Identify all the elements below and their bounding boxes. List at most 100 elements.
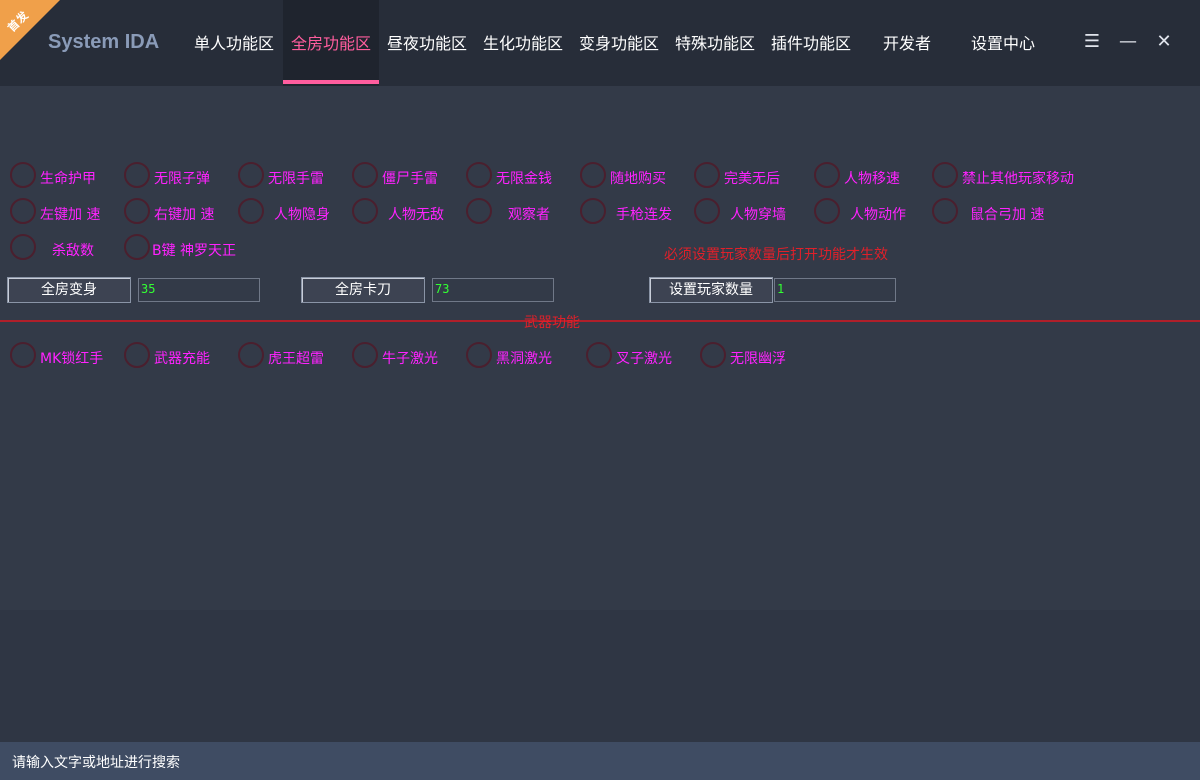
set-player-count-button[interactable]: 设置玩家数量 [649,277,773,303]
option-label: 牛子激光 [382,351,438,367]
checkbox-ring[interactable] [586,342,612,368]
option-label: 人物隐身 [274,207,330,223]
option-tiger-thunder[interactable]: 虎王超雷 [238,342,348,372]
checkbox-ring[interactable] [352,198,378,224]
tab-developer[interactable]: 开发者 [872,0,942,86]
option-infinite-grenade[interactable]: 无限手雷 [238,162,348,192]
checkbox-ring[interactable] [580,162,606,188]
option-freeze-others[interactable]: 禁止其他玩家移动 [932,162,1092,192]
search-hint[interactable]: 请输入文字或地址进行搜索 [12,752,180,772]
checkbox-ring[interactable] [10,234,36,260]
checkbox-ring[interactable] [352,162,378,188]
option-label: 无限幽浮 [730,351,786,367]
option-blackhole-laser[interactable]: 黑洞激光 [466,342,576,372]
option-observer[interactable]: 观察者 [466,198,576,228]
option-bow-speed[interactable]: 鼠合弓加 速 [932,198,1072,228]
checkbox-ring[interactable] [932,162,958,188]
option-label: 黑洞激光 [496,351,552,367]
option-kill-count[interactable]: 杀敌数 [10,234,120,264]
option-character-action[interactable]: 人物动作 [814,198,924,228]
option-label: 杀敌数 [52,243,94,259]
transform-all-button[interactable]: 全房变身 [7,277,131,303]
option-right-click-speed[interactable]: 右键加 速 [124,198,234,228]
tab-room[interactable]: 全房功能区 [283,0,379,86]
checkbox-ring[interactable] [10,198,36,224]
close-icon[interactable]: ✕ [1152,30,1176,54]
checkbox-ring[interactable] [466,198,492,224]
checkbox-ring[interactable] [352,342,378,368]
option-label: 人物动作 [850,207,906,223]
option-infinite-money[interactable]: 无限金钱 [466,162,576,192]
knife-all-input[interactable]: 73 [432,278,554,302]
option-label: 无限手雷 [268,171,324,187]
option-move-speed[interactable]: 人物移速 [814,162,924,192]
checkbox-ring[interactable] [932,198,958,224]
tab-settings[interactable]: 设置中心 [962,0,1044,86]
checkbox-ring[interactable] [814,198,840,224]
option-label: 人物无敌 [388,207,444,223]
option-no-recoil[interactable]: 完美无后 [694,162,804,192]
option-infinite-ammo[interactable]: 无限子弹 [124,162,234,192]
checkbox-ring[interactable] [124,198,150,224]
option-label: 完美无后 [724,171,780,187]
option-label: 随地购买 [610,171,666,187]
option-label: 禁止其他玩家移动 [962,171,1074,187]
checkbox-ring[interactable] [124,342,150,368]
active-tab-indicator [283,80,379,84]
tab-transform[interactable]: 变身功能区 [572,0,666,86]
minimize-icon[interactable]: — [1116,30,1140,54]
tab-biochem[interactable]: 生化功能区 [476,0,570,86]
section-divider [0,320,1200,322]
option-zombie-grenade[interactable]: 僵尸手雷 [352,162,462,192]
option-pistol-burst[interactable]: 手枪连发 [580,198,690,228]
option-bull-laser[interactable]: 牛子激光 [352,342,462,372]
option-label: 武器充能 [154,351,210,367]
option-label: 僵尸手雷 [382,171,438,187]
tab-special[interactable]: 特殊功能区 [668,0,762,86]
option-invisible[interactable]: 人物隐身 [238,198,348,228]
checkbox-ring[interactable] [580,198,606,224]
checkbox-ring[interactable] [124,162,150,188]
option-label: 观察者 [508,207,550,223]
checkbox-ring[interactable] [10,342,36,368]
weapon-section-label: 武器功能 [524,315,580,331]
checkbox-ring[interactable] [694,198,720,224]
checkbox-ring[interactable] [124,234,150,260]
checkbox-ring[interactable] [238,162,264,188]
option-label: 手枪连发 [616,207,672,223]
checkbox-ring[interactable] [10,162,36,188]
option-label: 右键加 速 [154,207,215,223]
option-life-armor[interactable]: 生命护甲 [10,162,120,192]
option-invincible[interactable]: 人物无敌 [352,198,462,228]
tab-plugins[interactable]: 插件功能区 [764,0,858,86]
checkbox-ring[interactable] [466,162,492,188]
tab-single[interactable]: 单人功能区 [186,0,282,86]
tab-day-night[interactable]: 昼夜功能区 [380,0,474,86]
option-label: 无限子弹 [154,171,210,187]
transform-all-input[interactable]: 35 [138,278,260,302]
checkbox-ring[interactable] [694,162,720,188]
option-b-key-special[interactable]: B键 神罗天正 [124,234,254,264]
option-label: 虎王超雷 [268,351,324,367]
option-label: MK锁红手 [40,351,104,367]
option-wall-hack[interactable]: 人物穿墙 [694,198,804,228]
option-mk-lock[interactable]: MK锁红手 [10,342,120,372]
checkbox-ring[interactable] [814,162,840,188]
option-label: 人物移速 [844,171,900,187]
option-left-click-speed[interactable]: 左键加 速 [10,198,120,228]
option-buy-anywhere[interactable]: 随地购买 [580,162,690,192]
option-weapon-charge[interactable]: 武器充能 [124,342,234,372]
option-label: 无限金钱 [496,171,552,187]
option-label: 左键加 速 [40,207,101,223]
option-infinite-ufo[interactable]: 无限幽浮 [700,342,810,372]
checkbox-ring[interactable] [238,198,264,224]
checkbox-ring[interactable] [700,342,726,368]
menu-icon[interactable]: ☰ [1080,30,1104,54]
player-count-input[interactable]: 1 [774,278,896,302]
option-label: 人物穿墙 [730,207,786,223]
player-count-notice: 必须设置玩家数量后打开功能才生效 [664,247,888,263]
knife-all-button[interactable]: 全房卡刀 [301,277,425,303]
checkbox-ring[interactable] [238,342,264,368]
option-fork-laser[interactable]: 叉子激光 [586,342,696,372]
checkbox-ring[interactable] [466,342,492,368]
